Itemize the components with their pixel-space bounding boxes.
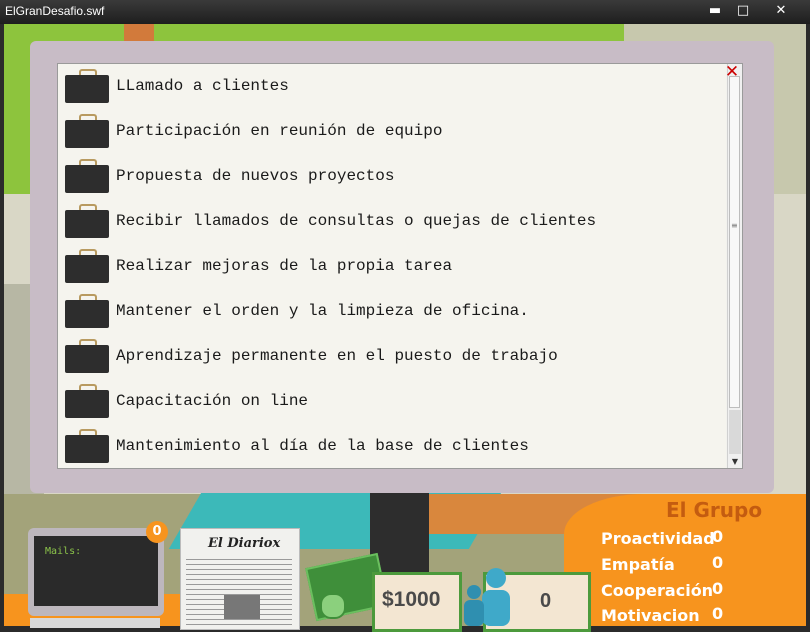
people-icon <box>464 568 510 626</box>
window-titlebar[interactable]: ElGranDesafio.swf ▬ □ ✕ <box>0 0 810 24</box>
scrollbar-grip-icon: ≡ <box>731 221 738 230</box>
briefcase-icon <box>65 204 109 238</box>
task-row[interactable]: Realizar mejoras de la propia tarea <box>58 244 726 290</box>
minimize-button[interactable]: ▬ <box>702 2 728 20</box>
scrollbar-track[interactable] <box>729 410 741 454</box>
scroll-down-arrow-icon[interactable]: ▼ <box>728 456 742 468</box>
window-title: ElGranDesafio.swf <box>5 4 105 18</box>
stat-value-empatia: 0 <box>712 553 724 572</box>
stat-name-cooperacion: Cooperación <box>601 581 714 600</box>
briefcase-icon <box>65 384 109 418</box>
task-row[interactable]: LLamado a clientes <box>58 64 726 110</box>
task-label: Realizar mejoras de la propia tarea <box>116 257 453 275</box>
task-label: Participación en reunión de equipo <box>116 122 443 140</box>
newspaper-photo <box>224 595 260 619</box>
task-row[interactable]: Capacitación on line <box>58 379 726 425</box>
briefcase-icon <box>65 249 109 283</box>
task-row[interactable]: Mantenimiento al día de la base de clien… <box>58 424 726 468</box>
task-label: Capacitación on line <box>116 392 309 410</box>
stat-value-motivacion: 0 <box>712 604 724 623</box>
task-row[interactable]: Mantener el orden y la limpieza de ofici… <box>58 289 726 335</box>
briefcase-icon <box>65 294 109 328</box>
task-list[interactable]: LLamado a clientes Participación en reun… <box>57 63 743 469</box>
task-label: LLamado a clientes <box>116 77 289 95</box>
keyboard-icon <box>30 618 160 628</box>
briefcase-icon <box>65 69 109 103</box>
task-row[interactable]: Propuesta de nuevos proyectos <box>58 154 726 200</box>
briefcase-icon <box>65 114 109 148</box>
briefcase-icon <box>65 159 109 193</box>
task-label: Mantenimiento al día de la base de clien… <box>116 437 529 455</box>
mails-label: Mails: <box>45 546 82 557</box>
task-list-scrollbar[interactable]: ≡ ▼ <box>727 64 742 468</box>
mail-count-badge: 0 <box>146 521 168 543</box>
task-label: Propuesta de nuevos proyectos <box>116 167 395 185</box>
task-row[interactable]: Participación en reunión de equipo <box>58 109 726 155</box>
briefcase-icon <box>65 339 109 373</box>
task-row[interactable]: Aprendizaje permanente en el puesto de t… <box>58 334 726 380</box>
people-count: 0 <box>540 590 552 612</box>
stat-name-empatia: Empatía <box>601 555 675 574</box>
stat-value-cooperacion: 0 <box>712 579 724 598</box>
stat-name-motivacion: Motivacion <box>601 606 700 625</box>
group-title: El Grupo <box>666 498 763 522</box>
task-label: Mantener el orden y la limpieza de ofici… <box>116 302 529 320</box>
modal-close-icon[interactable]: ✕ <box>724 64 740 81</box>
task-row[interactable]: Recibir llamados de consultas o quejas d… <box>58 199 726 245</box>
briefcase-icon <box>65 429 109 463</box>
task-label: Recibir llamados de consultas o quejas d… <box>116 212 597 230</box>
stat-name-proactividad: Proactividad <box>601 529 715 548</box>
coin-icon <box>320 593 346 619</box>
stat-value-proactividad: 0 <box>712 527 724 546</box>
newspaper-title: El Diariox <box>208 536 281 551</box>
money-value: $1000 <box>382 588 441 611</box>
maximize-button[interactable]: □ <box>730 2 756 20</box>
window-close-button[interactable]: ✕ <box>758 2 804 20</box>
task-label: Aprendizaje permanente en el puesto de t… <box>116 347 558 365</box>
scrollbar-thumb[interactable] <box>729 76 740 408</box>
